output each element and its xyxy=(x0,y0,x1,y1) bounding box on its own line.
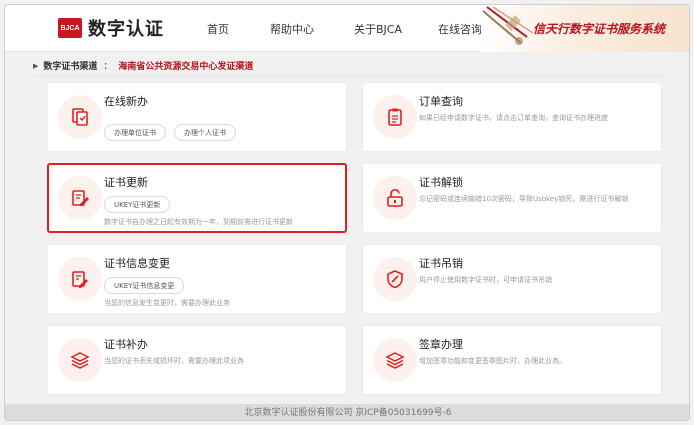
brand-logo[interactable]: BJCA 数字认证 xyxy=(58,15,164,41)
card-title: 在线新办 xyxy=(104,95,148,108)
channel-label: 数字证书渠道 xyxy=(43,62,98,72)
card-cert-unlock[interactable]: 证书解锁 忘记密码或连续输错10次密码，导致Usbkey锁死，需进行证书解锁 xyxy=(362,163,662,233)
card-cert-reissue[interactable]: 证书补办 当您的证书丢失或损坏时，需要办理此项业务 xyxy=(47,325,347,395)
ukey-cert-renew-button[interactable]: UKEY证书更新 xyxy=(104,196,171,213)
certificate-edit-icon xyxy=(58,176,102,220)
clipboard-list-icon xyxy=(373,95,417,139)
channel-value: 海南省公共资源交易中心发证渠道 xyxy=(118,62,254,72)
card-online-new[interactable]: 在线新办 办理单位证书 办理个人证书 xyxy=(47,82,347,152)
apply-org-cert-button[interactable]: 办理单位证书 xyxy=(104,124,166,141)
card-description: 当您的证书丢失或损坏时，需要办理此项业务 xyxy=(104,357,244,365)
layers-icon xyxy=(58,338,102,382)
nav-online-consult[interactable]: 在线咨询 xyxy=(438,21,482,37)
card-description: 增加签章功能和变更签章图片时，办理此业务。 xyxy=(419,357,566,365)
banner-slogan: 信天行数字证书服务系统 xyxy=(533,22,666,36)
banner-decoration-icon xyxy=(482,6,534,45)
card-description: 当您的信息发生变更时，需要办理此业务 xyxy=(104,299,230,307)
ukey-info-change-button[interactable]: UKEY证书信息变更 xyxy=(104,277,185,294)
page-footer: 北京数字认证股份有限公司 京ICP备05031699号-6 xyxy=(5,404,689,420)
brand-name: 数字认证 xyxy=(88,19,164,40)
top-header: BJCA 数字认证 首页 帮助中心 关于BJCA 在线咨询 信天行数字证书服务系… xyxy=(5,5,689,52)
card-title: 证书更新 xyxy=(104,176,148,189)
layers-icon xyxy=(373,338,417,382)
unlock-icon xyxy=(373,176,417,220)
triangle-right-icon: ▶ xyxy=(33,61,39,70)
header-banner: 信天行数字证书服务系统 xyxy=(481,5,689,52)
card-actions: UKEY证书信息变更 xyxy=(104,277,192,294)
card-title: 签章办理 xyxy=(419,338,463,351)
card-description: 数字证书自办理之日起有效期为一年，到期前需进行证书更新 xyxy=(104,218,293,226)
card-actions: 办理单位证书 办理个人证书 xyxy=(104,124,244,141)
card-description: 忘记密码或连续输错10次密码，导致Usbkey锁死，需进行证书解锁 xyxy=(419,195,629,203)
shield-revoke-icon xyxy=(373,257,417,301)
card-description: 如果已经申请数字证书，请点击订单查询，查询证书办理进度 xyxy=(419,114,608,122)
channel-separator: ： xyxy=(103,62,113,72)
bjca-logo-mark: BJCA xyxy=(58,18,82,38)
card-seal-handle[interactable]: 签章办理 增加签章功能和变更签章图片时，办理此业务。 xyxy=(362,325,662,395)
card-cert-renew[interactable]: 证书更新 UKEY证书更新 数字证书自办理之日起有效期为一年，到期前需进行证书更… xyxy=(47,163,347,233)
nav-help-center[interactable]: 帮助中心 xyxy=(270,21,314,37)
nav-home[interactable]: 首页 xyxy=(207,21,229,37)
divider xyxy=(33,75,665,76)
card-order-query[interactable]: 订单查询 如果已经申请数字证书，请点击订单查询，查询证书办理进度 xyxy=(362,82,662,152)
app-frame: BJCA 数字认证 首页 帮助中心 关于BJCA 在线咨询 信天行数字证书服务系… xyxy=(4,4,690,421)
card-title: 证书解锁 xyxy=(419,176,463,189)
document-edit-icon xyxy=(58,257,102,301)
card-title: 证书吊销 xyxy=(419,257,463,270)
card-description: 用户停止使用数字证书时，可申请证书吊销 xyxy=(419,276,552,284)
nav-about-bjca[interactable]: 关于BJCA xyxy=(354,21,402,37)
card-title: 证书补办 xyxy=(104,338,148,351)
card-title: 证书信息变更 xyxy=(104,257,170,270)
document-copy-icon xyxy=(58,95,102,139)
card-title: 订单查询 xyxy=(419,95,463,108)
card-actions: UKEY证书更新 xyxy=(104,196,178,213)
card-cert-revoke[interactable]: 证书吊销 用户停止使用数字证书时，可申请证书吊销 xyxy=(362,244,662,314)
apply-personal-cert-button[interactable]: 办理个人证书 xyxy=(174,124,236,141)
card-info-change[interactable]: 证书信息变更 UKEY证书信息变更 当您的信息发生变更时，需要办理此业务 xyxy=(47,244,347,314)
channel-breadcrumb: ▶ 数字证书渠道 ： 海南省公共资源交易中心发证渠道 xyxy=(33,59,254,73)
